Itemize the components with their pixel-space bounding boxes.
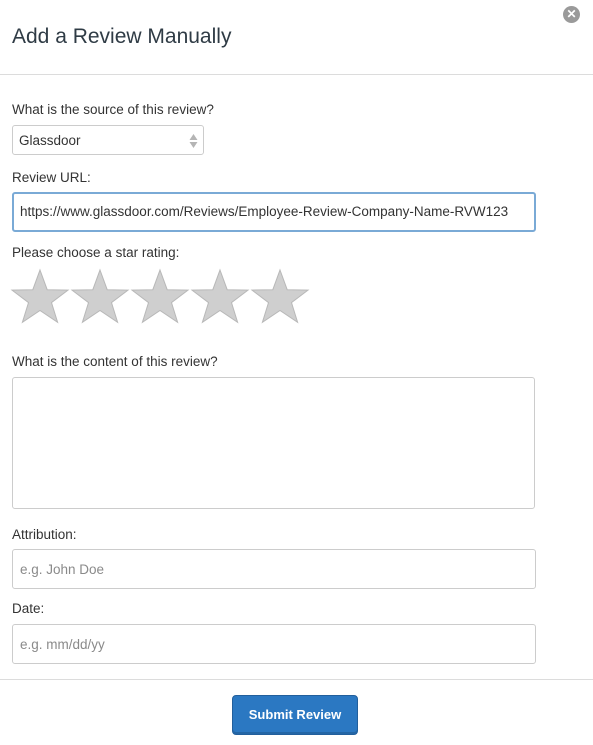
date-label: Date: [12,601,45,616]
attribution-placeholder: e.g. John Doe [20,562,105,577]
review-url-value: https://www.glassdoor.com/Reviews/Employ… [20,204,509,219]
source-select-value: Glassdoor [19,133,81,148]
rating-label: Please choose a star rating: [12,245,180,260]
submit-review-button[interactable]: Submit Review [232,695,358,735]
select-arrows-icon [189,134,198,148]
url-label: Review URL: [12,170,91,185]
review-url-input[interactable]: https://www.glassdoor.com/Reviews/Employ… [12,192,536,232]
star-3-icon[interactable] [130,268,190,326]
attribution-label: Attribution: [12,527,77,542]
source-label: What is the source of this review? [12,102,214,117]
date-input[interactable]: e.g. mm/dd/yy [12,624,536,664]
content-label: What is the content of this review? [12,354,218,369]
star-2-icon[interactable] [70,268,130,326]
close-icon[interactable]: ✕ [563,6,580,23]
review-content-textarea[interactable] [12,377,535,509]
date-placeholder: e.g. mm/dd/yy [20,637,105,652]
source-select[interactable]: Glassdoor [12,125,204,155]
star-5-icon[interactable] [250,268,310,326]
dialog-footer-divider [0,679,593,680]
star-1-icon[interactable] [10,268,70,326]
star-rating [10,268,320,326]
star-4-icon[interactable] [190,268,250,326]
dialog-header: Add a Review Manually ✕ [0,0,593,75]
attribution-input[interactable]: e.g. John Doe [12,549,536,589]
dialog-title: Add a Review Manually [12,25,232,48]
